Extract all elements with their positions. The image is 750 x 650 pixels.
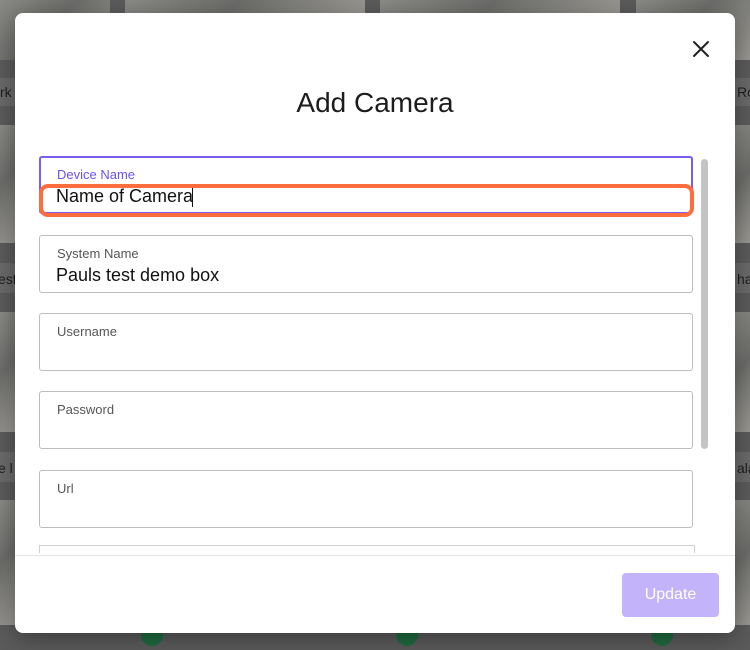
- modal-title: Add Camera: [296, 87, 454, 118]
- url-field[interactable]: Url: [39, 470, 693, 528]
- camera-card-label: rk: [0, 78, 15, 106]
- camera-thumbnail: [380, 0, 620, 14]
- url-input[interactable]: [56, 499, 676, 521]
- password-input[interactable]: [56, 420, 676, 442]
- system-name-label: System Name: [57, 246, 139, 261]
- scrollbar-thumb[interactable]: [701, 159, 708, 449]
- device-name-label: Device Name: [57, 167, 136, 182]
- username-label: Username: [57, 324, 117, 339]
- url-label: Url: [57, 481, 74, 496]
- camera-thumbnail: [0, 125, 15, 243]
- password-field[interactable]: Password: [39, 391, 693, 449]
- camera-thumbnail: [125, 0, 365, 14]
- camera-card-label: ala: [735, 452, 750, 482]
- camera-thumbnail: [735, 312, 750, 432]
- camera-card-label: ha: [735, 263, 750, 293]
- update-button[interactable]: Update: [622, 573, 719, 617]
- text-caret: [192, 188, 193, 207]
- modal-footer: Update: [15, 555, 735, 633]
- username-field[interactable]: Username: [39, 313, 693, 371]
- camera-card-label: est: [0, 263, 15, 293]
- close-button[interactable]: [691, 39, 711, 59]
- camera-form: Device Name System Name Username Passwor…: [39, 156, 699, 553]
- username-input[interactable]: [56, 342, 676, 364]
- next-field-partial[interactable]: [39, 545, 695, 553]
- form-scrollbar[interactable]: [699, 156, 711, 553]
- device-name-field[interactable]: Device Name: [39, 156, 693, 214]
- add-camera-modal: Add Camera Device Name System Name Usern…: [15, 13, 735, 633]
- password-label: Password: [57, 402, 115, 417]
- device-name-input[interactable]: [56, 185, 676, 207]
- camera-card-label: Ro: [735, 78, 750, 106]
- camera-thumbnail: [735, 500, 750, 625]
- system-name-input[interactable]: [56, 264, 676, 286]
- camera-thumbnail: [0, 500, 15, 625]
- camera-card-label: e l: [0, 452, 15, 482]
- system-name-field[interactable]: System Name: [39, 235, 693, 293]
- close-icon: [693, 41, 709, 57]
- camera-thumbnail: [0, 312, 15, 432]
- camera-thumbnail: [735, 125, 750, 243]
